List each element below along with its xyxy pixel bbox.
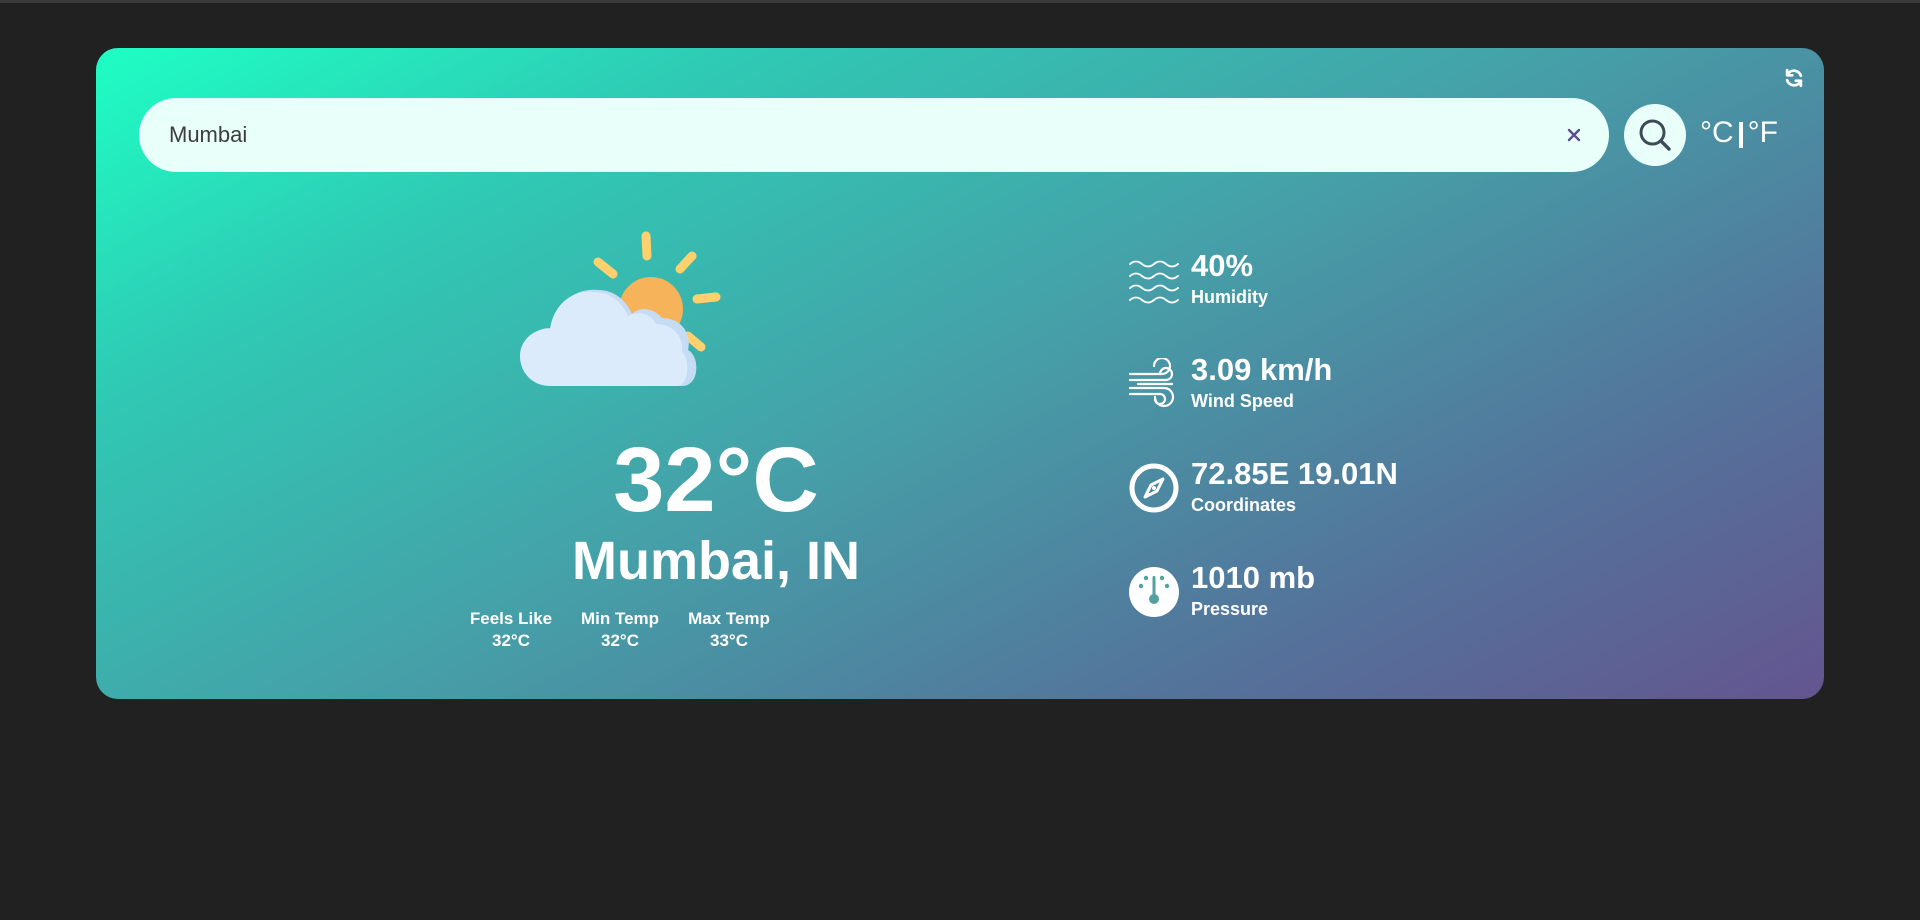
feels-like: Feels Like 32°C	[466, 608, 556, 652]
location-name: Mumbai, IN	[571, 531, 860, 591]
min-temp-label: Min Temp	[580, 609, 660, 628]
humidity-value: 40%	[1191, 248, 1254, 283]
coordinates-label: Coordinates	[1191, 495, 1297, 515]
refresh-button[interactable]	[1782, 66, 1806, 90]
humidity-waves-icon	[1129, 260, 1179, 304]
search-input[interactable]	[169, 98, 1519, 172]
temperature-details: Feels Like 32°C Min Temp 32°C Max Temp 3…	[466, 608, 774, 652]
feels-like-value: 32°C	[492, 631, 530, 650]
partly-cloudy-icon	[514, 226, 734, 411]
max-temp-value: 33°C	[710, 631, 748, 650]
current-temperature: 32°C	[613, 429, 819, 531]
wind-speed-stat: 3.09 km/h Wind Speed	[1128, 352, 1728, 422]
refresh-icon	[1785, 68, 1803, 88]
window-top-border	[0, 0, 1920, 3]
pressure-label: Pressure	[1191, 599, 1269, 619]
pressure-stat: 1010 mb Pressure	[1128, 560, 1728, 630]
clear-search-button[interactable]	[1561, 122, 1587, 148]
search-bar	[139, 98, 1609, 172]
coordinates-stat: 72.85E 19.01N Coordinates	[1128, 456, 1728, 526]
coordinates-value: 72.85E 19.01N	[1191, 456, 1398, 491]
close-icon	[1567, 128, 1581, 142]
wind-icon	[1128, 358, 1175, 408]
min-temp-value: 32°C	[601, 631, 639, 650]
search-button[interactable]	[1624, 104, 1686, 166]
compass-icon	[1129, 463, 1179, 513]
humidity-stat: 40% Humidity	[1128, 248, 1728, 318]
celsius-toggle[interactable]: °C	[1700, 116, 1734, 150]
max-temp: Max Temp 33°C	[684, 608, 774, 652]
fahrenheit-toggle[interactable]: °F	[1748, 116, 1778, 150]
min-temp: Min Temp 32°C	[576, 608, 664, 652]
max-temp-label: Max Temp	[688, 609, 770, 628]
weather-card: °C °F 32°C Mumbai, IN Feels Like 32°C	[96, 48, 1824, 699]
wind-speed-value: 3.09 km/h	[1191, 352, 1333, 387]
unit-toggle: °C °F	[1700, 116, 1778, 150]
feels-like-label: Feels Like	[469, 609, 553, 628]
pressure-gauge-icon	[1129, 567, 1179, 617]
unit-separator	[1738, 122, 1743, 148]
wind-speed-label: Wind Speed	[1191, 391, 1294, 411]
humidity-label: Humidity	[1191, 287, 1269, 307]
pressure-value: 1010 mb	[1191, 560, 1316, 595]
search-icon	[1639, 119, 1671, 151]
